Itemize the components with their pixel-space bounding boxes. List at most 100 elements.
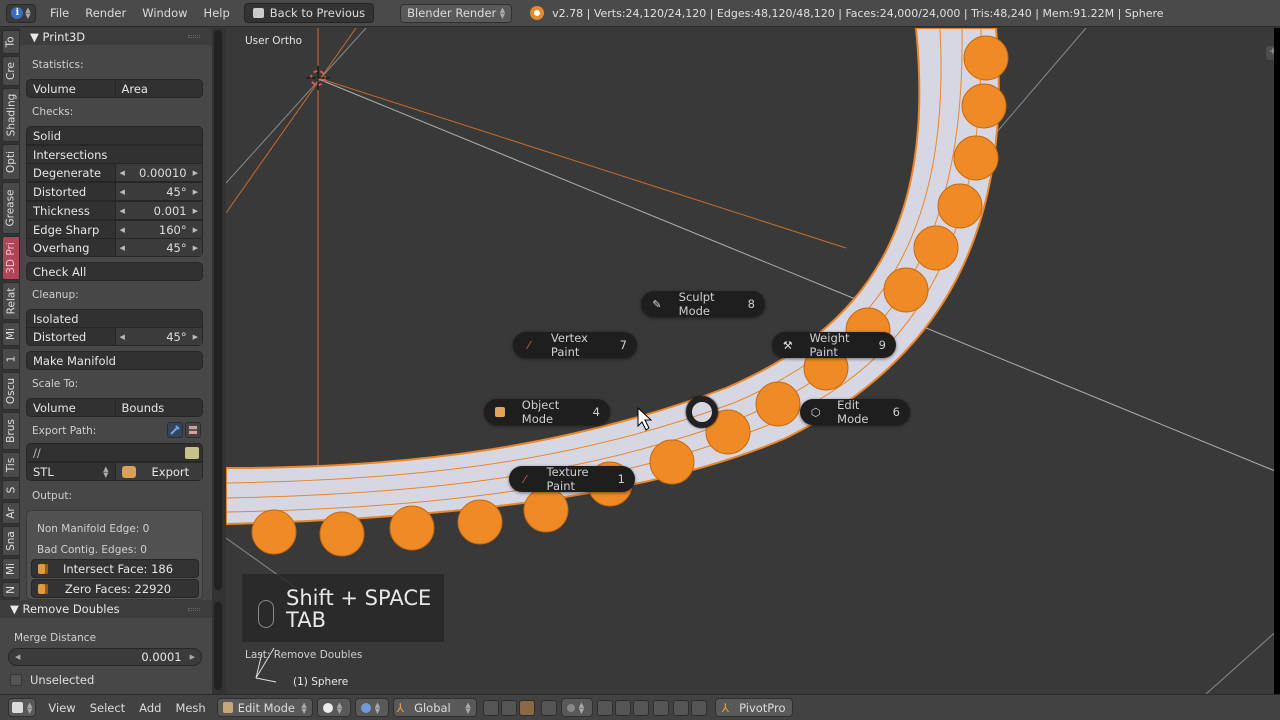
operator-panel-scrollbar[interactable] — [212, 600, 226, 694]
thickness-field[interactable]: ◀ 0.001 ▶ — [114, 202, 202, 219]
scrollbar-thumb[interactable] — [214, 602, 222, 690]
pivotpro-button[interactable]: ⅄ PivotPro — [714, 698, 793, 717]
pivot-point-select[interactable]: ▲ ▼ — [354, 698, 389, 717]
menu-window[interactable]: Window — [142, 6, 187, 20]
selected-sphere[interactable] — [457, 499, 503, 545]
face-select-icon[interactable] — [518, 699, 535, 716]
arrow-left-icon[interactable]: ◀ — [120, 207, 125, 215]
export-path-input[interactable]: // — [26, 443, 203, 462]
pie-texture-paint[interactable]: ⁄ Texture Paint 1 — [509, 465, 635, 493]
tab-3d-printing[interactable]: 3D Pri — [2, 236, 20, 280]
pie-weight-paint[interactable]: ⚒ Weight Paint 9 — [772, 331, 896, 359]
eyedropper-icon[interactable] — [167, 422, 183, 438]
pie-edit-mode[interactable]: ⬡ Edit Mode 6 — [800, 398, 910, 426]
selected-sphere[interactable] — [883, 267, 929, 313]
check-all-button[interactable]: Check All — [26, 262, 203, 281]
degenerate-button[interactable]: Degenerate — [27, 164, 115, 181]
clear-path-icon[interactable] — [185, 422, 201, 438]
intersections-button[interactable]: Intersections — [26, 145, 203, 164]
remove-doubles-header[interactable]: ▼ Remove Doubles — [0, 600, 212, 618]
arrow-left-icon[interactable]: ◀ — [120, 333, 125, 341]
tab-tissue[interactable]: Tis — [2, 452, 20, 478]
arrow-right-icon[interactable]: ▶ — [190, 654, 195, 661]
render-engine-select[interactable]: Blender Render ▲ ▼ — [400, 3, 513, 23]
editor-type-button[interactable]: i ▲ ▼ — [6, 3, 36, 23]
selected-sphere[interactable] — [937, 183, 983, 229]
editor-type-button[interactable]: ▲ ▼ — [8, 698, 37, 717]
torus-mesh[interactable] — [226, 28, 1000, 526]
degenerate-field[interactable]: ◀ 0.00010 ▶ — [114, 164, 202, 181]
arrow-left-icon[interactable]: ◀ — [120, 226, 125, 234]
area-button[interactable]: Area — [114, 80, 203, 97]
edge-sharp-field[interactable]: ◀ 160° ▶ — [114, 221, 202, 238]
arrow-right-icon[interactable]: ▶ — [193, 333, 198, 341]
arrow-left-icon[interactable]: ◀ — [15, 654, 20, 661]
snap-element-icon[interactable] — [614, 699, 631, 716]
menu-view[interactable]: View — [48, 701, 75, 715]
vertex-select-icon[interactable] — [482, 699, 499, 716]
menu-add[interactable]: Add — [139, 701, 161, 715]
tab-shading[interactable]: Shading — [2, 88, 20, 142]
arrow-left-icon[interactable]: ◀ — [120, 169, 125, 177]
tab-oscurart[interactable]: Oscu — [2, 372, 20, 410]
selected-sphere[interactable] — [389, 505, 435, 551]
overhang-button[interactable]: Overhang — [27, 239, 115, 256]
drag-grip-icon[interactable] — [188, 607, 200, 611]
tool-shelf-scrollbar[interactable] — [212, 28, 226, 600]
selected-sphere[interactable] — [953, 135, 999, 181]
tab-options[interactable]: Opti — [2, 144, 20, 180]
menu-render[interactable]: Render — [85, 6, 126, 20]
selected-sphere[interactable] — [251, 509, 297, 555]
pie-object-mode[interactable]: Object Mode 4 — [484, 398, 610, 426]
limit-selection-icon[interactable] — [540, 699, 557, 716]
print3d-panel-header[interactable]: ▼ Print3D — [20, 28, 212, 45]
selected-sphere[interactable] — [755, 381, 801, 427]
unselected-checkbox[interactable] — [10, 674, 22, 686]
arrow-right-icon[interactable]: ▶ — [193, 226, 198, 234]
overhang-field[interactable]: ◀ 45° ▶ — [114, 239, 202, 256]
arrow-right-icon[interactable]: ▶ — [193, 169, 198, 177]
tab-misc[interactable]: Mi — [2, 322, 20, 346]
edge-select-icon[interactable] — [500, 699, 517, 716]
tab-grease-pencil[interactable]: Grease — [2, 182, 20, 234]
scrollbar-thumb[interactable] — [214, 30, 222, 590]
selected-sphere[interactable] — [649, 439, 695, 485]
selected-sphere[interactable] — [961, 83, 1007, 129]
zero-faces-button[interactable]: Zero Faces: 22920 — [31, 579, 199, 598]
intersect-face-button[interactable]: Intersect Face: 186 — [31, 559, 199, 578]
menu-file[interactable]: File — [50, 6, 69, 20]
folder-icon[interactable] — [185, 446, 199, 459]
merge-distance-field[interactable]: ◀ 0.0001 ▶ — [8, 648, 202, 666]
solid-button[interactable]: Solid — [26, 126, 203, 145]
distorted-button[interactable]: Distorted — [27, 183, 115, 200]
arrow-left-icon[interactable]: ◀ — [120, 188, 125, 196]
menu-select[interactable]: Select — [90, 701, 125, 715]
tab-mi[interactable]: Mi — [2, 558, 20, 580]
opengl-render-icon[interactable] — [672, 699, 689, 716]
selected-sphere[interactable] — [523, 487, 569, 533]
tab-array[interactable]: Ar — [2, 502, 20, 524]
arrow-right-icon[interactable]: ▶ — [193, 244, 198, 252]
snap-magnet-icon[interactable] — [596, 699, 613, 716]
tab-1[interactable]: 1 — [2, 348, 20, 370]
mode-select[interactable]: Edit Mode ▲ ▼ — [216, 698, 313, 717]
snap-target-icon[interactable] — [632, 699, 649, 716]
export-format-select[interactable]: STL ▲ ▼ — [27, 463, 115, 480]
opengl-animation-icon[interactable] — [690, 699, 707, 716]
tab-s[interactable]: S — [2, 480, 20, 500]
selected-sphere[interactable] — [913, 225, 959, 271]
drag-grip-icon[interactable] — [188, 35, 200, 38]
selected-sphere[interactable] — [963, 35, 1009, 81]
cleanup-distorted-field[interactable]: ◀ 45° ▶ — [114, 328, 202, 345]
tab-n[interactable]: N — [2, 582, 20, 598]
menu-mesh[interactable]: Mesh — [175, 701, 205, 715]
tab-relations[interactable]: Relat — [2, 282, 20, 320]
back-to-previous-button[interactable]: Back to Previous — [243, 3, 375, 23]
viewport-shading-select[interactable]: ▲ ▼ — [316, 698, 351, 717]
edge-sharp-button[interactable]: Edge Sharp — [27, 221, 115, 238]
distorted-field[interactable]: ◀ 45° ▶ — [114, 183, 202, 200]
arrow-left-icon[interactable]: ◀ — [120, 244, 125, 252]
volume-button[interactable]: Volume — [27, 80, 115, 97]
selected-sphere[interactable] — [319, 511, 365, 557]
scale-volume-button[interactable]: Volume — [27, 399, 115, 416]
